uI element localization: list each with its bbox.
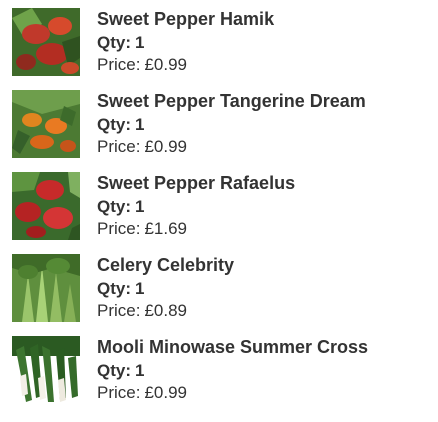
qty-value: 1 (135, 33, 145, 52)
celery-celebrity-image (12, 254, 80, 322)
basket-item: Sweet Pepper Tangerine Dream Qty: 1 Price… (0, 90, 438, 172)
mooli-minowase-image (12, 336, 80, 404)
price-label: Price: (97, 301, 141, 320)
basket-item: Sweet Pepper Rafaelus Qty: 1 Price: £1.69 (0, 172, 438, 254)
qty-label: Qty: (97, 115, 131, 134)
product-name-link[interactable]: Sweet Pepper Tangerine Dream (97, 90, 427, 112)
qty-label: Qty: (97, 33, 131, 52)
price-label: Price: (97, 219, 141, 238)
quantity-text: Qty: 1 (97, 197, 427, 217)
qty-label: Qty: (97, 279, 131, 298)
quantity-text: Qty: 1 (97, 361, 427, 381)
price-text: Price: £0.99 (97, 383, 427, 403)
price-value: £1.69 (144, 219, 188, 238)
price-text: Price: £0.99 (97, 137, 427, 157)
price-label: Price: (97, 383, 141, 402)
price-text: Price: £0.99 (97, 55, 427, 75)
quantity-text: Qty: 1 (97, 279, 427, 299)
product-thumbnail[interactable] (12, 254, 80, 322)
basket-item-list: Sweet Pepper Hamik Qty: 1 Price: £0.99 Swe… (0, 0, 438, 422)
basket-item: Celery Celebrity Qty: 1 Price: £0.89 (0, 254, 438, 336)
sweet-pepper-hamik-image (12, 8, 80, 76)
price-label: Price: (97, 55, 141, 74)
qty-value: 1 (135, 197, 145, 216)
product-thumbnail[interactable] (12, 336, 80, 404)
sweet-pepper-rafaelus-image (12, 172, 80, 240)
quantity-text: Qty: 1 (97, 33, 427, 53)
qty-value: 1 (135, 361, 145, 380)
qty-value: 1 (135, 115, 145, 134)
sweet-pepper-tangerine-dream-image (12, 90, 80, 158)
product-name-link[interactable]: Sweet Pepper Hamik (97, 8, 427, 30)
qty-label: Qty: (97, 361, 131, 380)
price-text: Price: £1.69 (97, 219, 427, 239)
qty-value: 1 (135, 279, 145, 298)
quantity-text: Qty: 1 (97, 115, 427, 135)
basket-item: Sweet Pepper Hamik Qty: 1 Price: £0.99 (0, 8, 438, 90)
basket-item: Mooli Minowase Summer Cross Qty: 1 Price:… (0, 336, 438, 418)
price-value: £0.99 (144, 137, 188, 156)
product-name-link[interactable]: Mooli Minowase Summer Cross (97, 336, 427, 358)
price-value: £0.99 (144, 383, 188, 402)
product-thumbnail[interactable] (12, 8, 80, 76)
price-text: Price: £0.89 (97, 301, 427, 321)
qty-label: Qty: (97, 197, 131, 216)
product-name-link[interactable]: Celery Celebrity (97, 254, 427, 276)
price-value: £0.99 (144, 55, 188, 74)
product-thumbnail[interactable] (12, 172, 80, 240)
product-thumbnail[interactable] (12, 90, 80, 158)
product-name-link[interactable]: Sweet Pepper Rafaelus (97, 172, 427, 194)
price-value: £0.89 (144, 301, 188, 320)
price-label: Price: (97, 137, 141, 156)
